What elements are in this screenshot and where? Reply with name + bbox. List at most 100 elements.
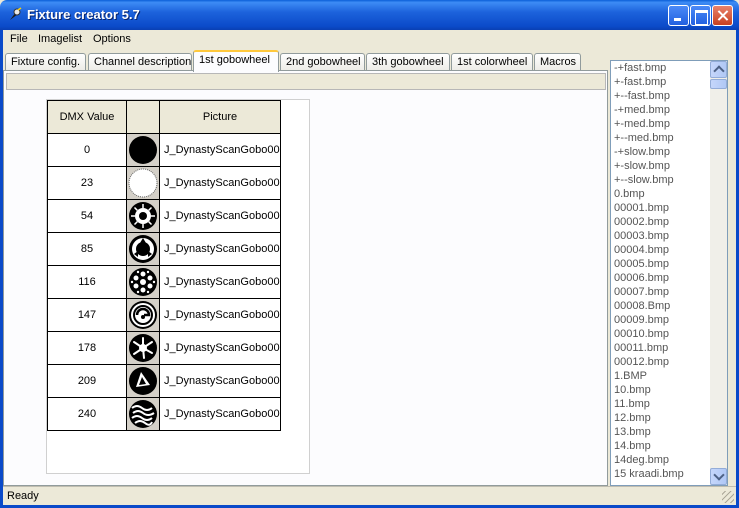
gobo-triangle-icon [129,367,157,395]
table-row[interactable]: 209 J_DynastyScanGobo00 [47,364,281,398]
tab-3th-gobowheel[interactable]: 3th gobowheel [366,53,450,71]
table-row[interactable]: 23 J_DynastyScanGobo00 [47,166,281,200]
menu-file[interactable]: File [10,33,28,45]
list-item[interactable]: 00008.Bmp [611,299,711,313]
menu-options[interactable]: Options [93,33,131,45]
dmx-value-cell[interactable]: 147 [47,298,127,332]
table-row[interactable]: 147 J_DynastyScanGobo00 [47,298,281,332]
picture-cell[interactable]: J_DynastyScanGobo00 [159,265,281,299]
list-item[interactable]: 14deg.bmp [611,453,711,467]
dmx-value-cell[interactable]: 209 [47,364,127,398]
header-dmx-value[interactable]: DMX Value [47,100,127,134]
list-item[interactable]: 00003.bmp [611,229,711,243]
gobo-sun-burst-icon [129,202,157,230]
list-item[interactable]: 00009.bmp [611,313,711,327]
table-row[interactable]: 178 J_DynastyScanGobo00 [47,331,281,365]
minimize-button[interactable] [668,5,689,26]
list-item[interactable]: +--med.bmp [611,131,711,145]
tab-control: Fixture config. Channel description 1st … [3,49,608,486]
header-picture[interactable]: Picture [159,100,281,134]
maximize-button[interactable] [690,5,711,26]
list-item[interactable]: 00012.bmp [611,355,711,369]
list-item[interactable]: 00005.bmp [611,257,711,271]
table-row[interactable]: 54 J_DynastyScanGobo00 [47,199,281,233]
list-item[interactable]: +-fast.bmp [611,75,711,89]
tab-channel-description[interactable]: Channel description [88,53,192,71]
list-item[interactable]: -+slow.bmp [611,145,711,159]
list-item[interactable]: 15 kraadi.bmp [611,467,711,481]
list-item[interactable]: 00011.bmp [611,341,711,355]
list-item[interactable]: +--fast.bmp [611,89,711,103]
gobo-grid[interactable]: DMX Value Picture 0 J_DynastyScanGobo00 … [46,99,310,474]
app-lamp-icon [10,7,22,20]
gobo-dots-icon [129,268,157,296]
title-bar[interactable]: Fixture creator 5.7 [0,0,739,30]
dmx-value-cell[interactable]: 54 [47,199,127,233]
header-image[interactable] [126,100,160,134]
list-item[interactable]: 00001.bmp [611,201,711,215]
table-row[interactable]: 116 J_DynastyScanGobo00 [47,265,281,299]
list-item[interactable]: 00002.bmp [611,215,711,229]
menu-imagelist[interactable]: Imagelist [38,33,82,45]
status-bar: Ready [3,486,736,505]
list-item[interactable]: -+fast.bmp [611,61,711,75]
dmx-value-cell[interactable]: 85 [47,232,127,266]
window-title: Fixture creator 5.7 [27,7,140,22]
table-header-row: DMX Value Picture [47,100,281,134]
list-item[interactable]: 00010.bmp [611,327,711,341]
list-item[interactable]: +-med.bmp [611,117,711,131]
picture-cell[interactable]: J_DynastyScanGobo00 [159,298,281,332]
gobo-table: DMX Value Picture 0 J_DynastyScanGobo00 … [47,100,281,431]
dmx-value-cell[interactable]: 178 [47,331,127,365]
tab-fixture-config[interactable]: Fixture config. [5,53,86,71]
list-item[interactable]: 14.bmp [611,439,711,453]
table-row[interactable]: 240 J_DynastyScanGobo00 [47,397,281,431]
list-item[interactable]: 1.BMP [611,369,711,383]
list-item[interactable]: 11.bmp [611,397,711,411]
close-button[interactable] [712,5,733,26]
list-item[interactable]: 10.bmp [611,383,711,397]
dmx-value-cell[interactable]: 0 [47,133,127,167]
list-item[interactable]: -+med.bmp [611,103,711,117]
list-item[interactable]: 00007.bmp [611,285,711,299]
gobowheel-panel: DMX Value Picture 0 J_DynastyScanGobo00 … [3,70,608,486]
picture-cell[interactable]: J_DynastyScanGobo00 [159,397,281,431]
picture-cell[interactable]: J_DynastyScanGobo00 [159,364,281,398]
image-list-items: -+fast.bmp +-fast.bmp +--fast.bmp -+med.bmp… [611,61,711,481]
tab-macros[interactable]: Macros [534,53,581,71]
panel-header-bar [6,73,606,90]
image-list-scrollbar[interactable] [710,61,727,485]
scroll-down-button[interactable] [710,468,727,485]
list-item[interactable]: +--slow.bmp [611,173,711,187]
gobo-waves-icon [129,400,157,428]
dmx-value-cell[interactable]: 240 [47,397,127,431]
gobo-splash-icon [129,334,157,362]
picture-cell[interactable]: J_DynastyScanGobo00 [159,133,281,167]
picture-cell[interactable]: J_DynastyScanGobo00 [159,331,281,365]
table-row[interactable]: 0 J_DynastyScanGobo00 [47,133,281,167]
picture-cell[interactable]: J_DynastyScanGobo00 [159,232,281,266]
list-item[interactable]: 12.bmp [611,411,711,425]
resize-grip-icon[interactable] [722,491,734,503]
picture-cell[interactable]: J_DynastyScanGobo00 [159,199,281,233]
tab-2nd-gobowheel[interactable]: 2nd gobowheel [280,53,365,71]
list-item[interactable]: 00004.bmp [611,243,711,257]
list-item[interactable]: 13.bmp [611,425,711,439]
gobo-ring-triangle-icon [129,235,157,263]
list-item[interactable]: 00006.bmp [611,271,711,285]
image-list[interactable]: -+fast.bmp +-fast.bmp +--fast.bmp -+med.bmp… [610,60,728,486]
gobo-solid-black-icon [129,136,157,164]
table-row[interactable]: 85 J_DynastyScanGobo00 [47,232,281,266]
tab-1st-gobowheel[interactable]: 1st gobowheel [193,50,279,72]
scroll-thumb[interactable] [710,79,727,89]
picture-cell[interactable]: J_DynastyScanGobo00 [159,166,281,200]
list-item[interactable]: 0.bmp [611,187,711,201]
scroll-up-button[interactable] [710,61,727,78]
dmx-value-cell[interactable]: 116 [47,265,127,299]
status-text: Ready [7,490,39,502]
tab-1st-colorwheel[interactable]: 1st colorwheel [451,53,533,71]
list-item[interactable]: +-slow.bmp [611,159,711,173]
gobo-open-white-icon [128,168,158,198]
dmx-value-cell[interactable]: 23 [47,166,127,200]
gobo-swirl-ring-icon [129,301,157,329]
